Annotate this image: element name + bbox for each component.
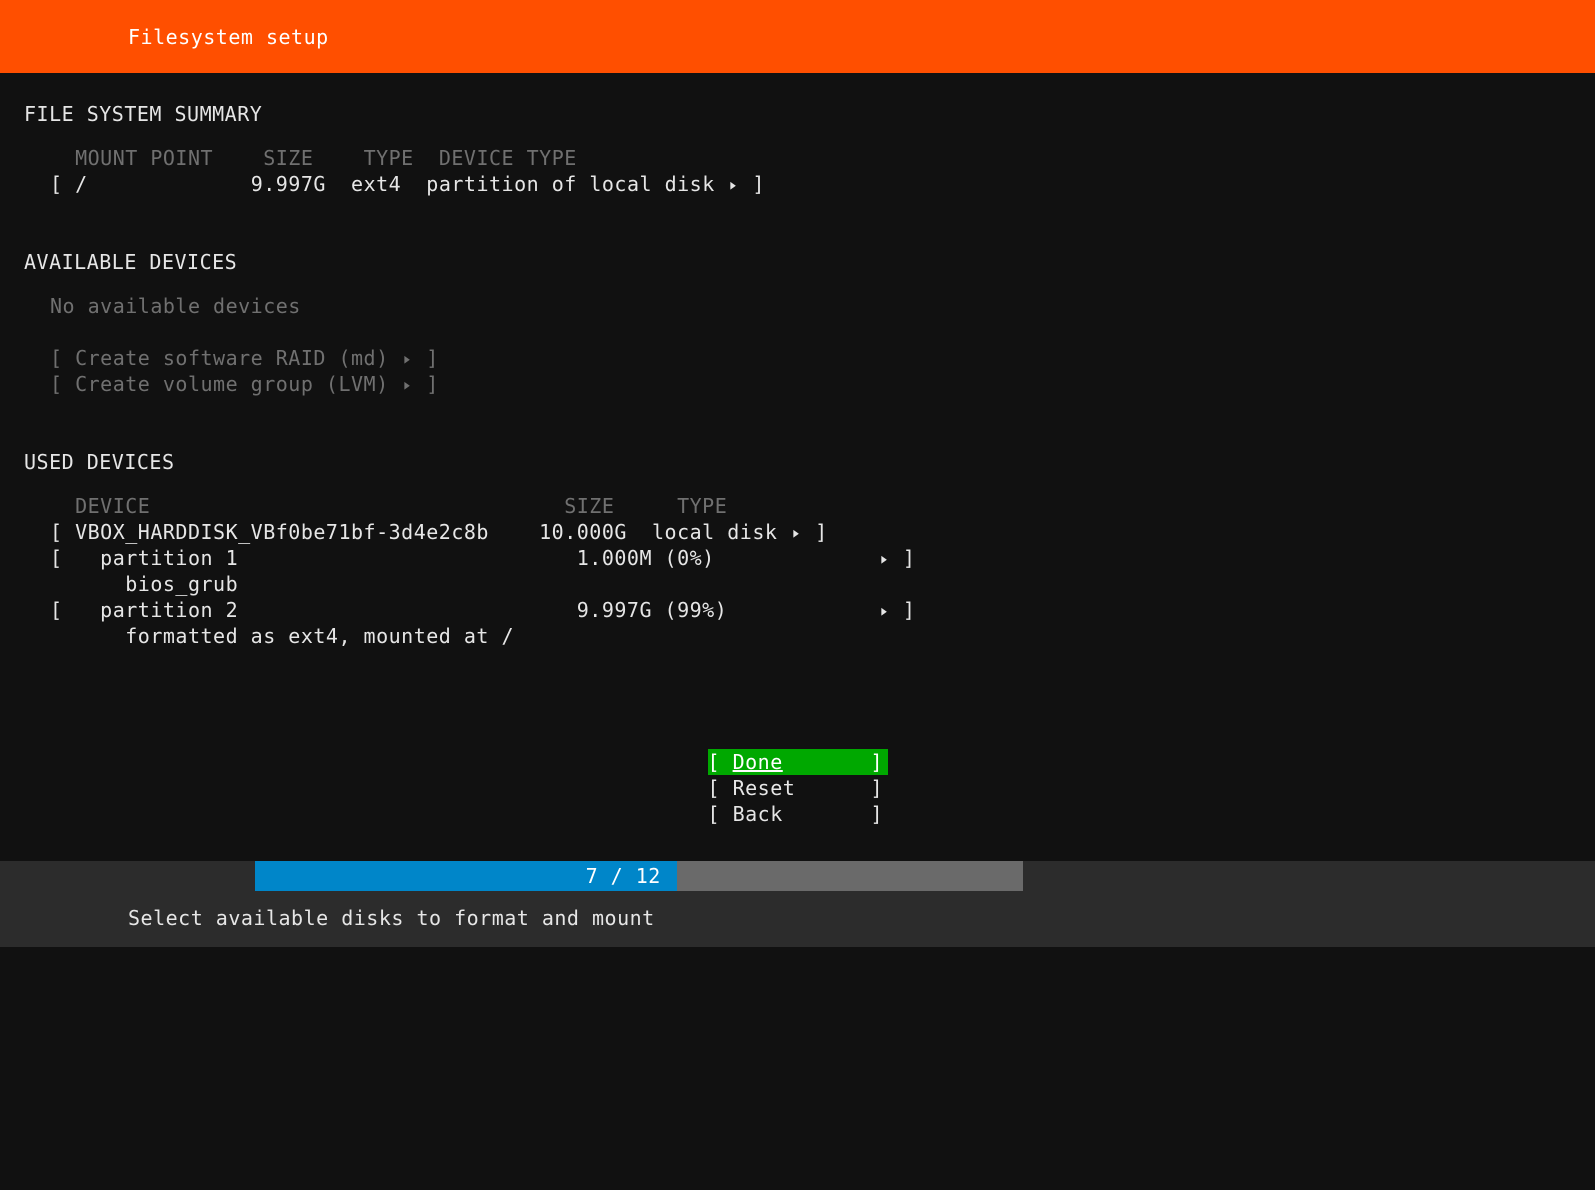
chevron-right-icon: ▸ xyxy=(880,597,889,623)
button-bar: [ Done ] [ Reset ] [ Back ] xyxy=(24,749,1571,827)
used-heading: USED DEVICES xyxy=(24,449,1571,475)
content-area: FILE SYSTEM SUMMARY MOUNT POINT SIZE TYP… xyxy=(0,73,1595,851)
page-title: Filesystem setup xyxy=(128,24,329,50)
create-raid-button[interactable]: [ Create software RAID (md) ▸ ] xyxy=(50,345,1571,371)
used-partition-1[interactable]: [ partition 1 1.000M (0%) ▸ ] xyxy=(50,545,1571,571)
create-lvm-button[interactable]: [ Create volume group (LVM) ▸ ] xyxy=(50,371,1571,397)
progress-fill: 7 / 12 xyxy=(255,861,677,891)
window-header: Filesystem setup xyxy=(0,0,1595,73)
summary-heading: FILE SYSTEM SUMMARY xyxy=(24,101,1571,127)
used-column-headers: DEVICE SIZE TYPE xyxy=(50,493,1571,519)
chevron-right-icon: ▸ xyxy=(403,345,412,371)
used-disk-row[interactable]: [ VBOX_HARDDISK_VBf0be71bf-3d4e2c8b 10.0… xyxy=(50,519,1571,545)
reset-button[interactable]: [ Reset ] xyxy=(708,775,888,801)
summary-row-root[interactable]: [ / 9.997G ext4 partition of local disk … xyxy=(50,171,1571,197)
used-partition-1-sub: bios_grub xyxy=(50,571,1571,597)
footer-hint: Select available disks to format and mou… xyxy=(0,891,1595,947)
done-button[interactable]: [ Done ] xyxy=(708,749,888,775)
progress-bar: 7 / 12 xyxy=(0,861,1595,891)
used-partition-2-sub: formatted as ext4, mounted at / xyxy=(50,623,1571,649)
summary-column-headers: MOUNT POINT SIZE TYPE DEVICE TYPE xyxy=(50,145,1571,171)
chevron-right-icon: ▸ xyxy=(792,519,801,545)
chevron-right-icon: ▸ xyxy=(729,171,738,197)
available-heading: AVAILABLE DEVICES xyxy=(24,249,1571,275)
no-available-devices: No available devices xyxy=(50,293,1571,319)
back-button[interactable]: [ Back ] xyxy=(708,801,888,827)
chevron-right-icon: ▸ xyxy=(880,545,889,571)
chevron-right-icon: ▸ xyxy=(403,371,412,397)
used-partition-2[interactable]: [ partition 2 9.997G (99%) ▸ ] xyxy=(50,597,1571,623)
progress-text: 7 / 12 xyxy=(586,863,661,889)
